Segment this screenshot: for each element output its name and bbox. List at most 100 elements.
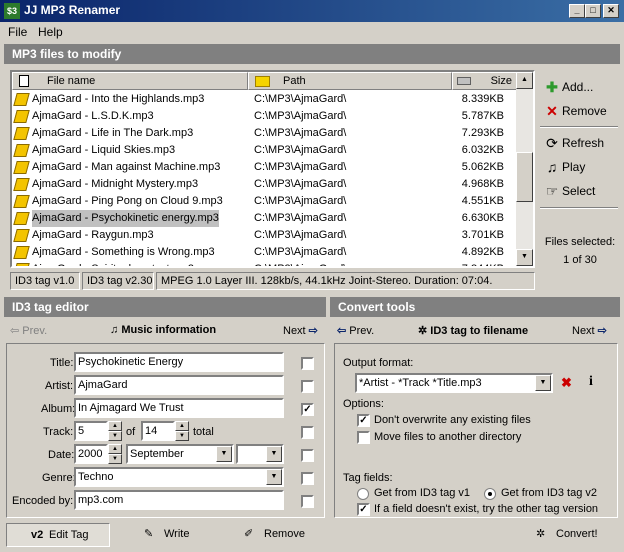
info-icon[interactable]: i <box>589 374 593 390</box>
remove-tag-button[interactable]: ✐ Remove <box>240 523 320 547</box>
tag-v2-label: Get from ID3 tag v2 <box>501 487 597 499</box>
file-row[interactable]: AjmaGard - Ping Pong on Cloud 9.mp3 C:\MP… <box>12 193 517 210</box>
x-icon: ✕ <box>546 103 558 119</box>
chevron-down-icon[interactable]: ▼ <box>266 469 282 485</box>
title-bar[interactable]: $3 JJ MP3 Renamer _ □ ✕ <box>0 0 624 22</box>
chevron-down-icon[interactable]: ▼ <box>216 446 232 462</box>
file-name: AjmaGard - Liquid Skies.mp3 <box>32 144 176 156</box>
select-button-label: Select <box>562 184 596 198</box>
file-row[interactable]: AjmaGard - Midnight Mystery.mp3 C:\MP3\Aj… <box>12 176 517 193</box>
column-header-path[interactable]: Path <box>248 72 452 90</box>
menu-help[interactable]: Help <box>38 25 63 39</box>
file-list-scrollbar[interactable]: ▲ ▼ <box>516 72 533 266</box>
mp3-file-icon <box>13 229 30 242</box>
file-name: AjmaGard - Psychokinetic energy.mp3 <box>32 210 219 227</box>
date-year-field[interactable]: 2000 <box>74 444 108 464</box>
tag-v2-radio[interactable] <box>484 488 496 500</box>
file-row[interactable]: AjmaGard - Spiritual contact.mp3 C:\MP3\A… <box>12 261 517 266</box>
file-size: 3.701KB <box>461 229 504 241</box>
file-name: AjmaGard - L.S.D.K.mp3 <box>32 110 154 122</box>
file-path: C:\MP3\AjmaGard\ <box>254 161 347 173</box>
encoded-by-field[interactable]: mp3.com <box>74 490 284 510</box>
play-button[interactable]: ♫ Play <box>540 156 618 178</box>
add-button[interactable]: ✚ Add... <box>540 76 618 98</box>
file-row[interactable]: AjmaGard - Into the Highlands.mp3 C:\MP3\… <box>12 91 517 108</box>
file-path: C:\MP3\AjmaGard\ <box>254 261 346 266</box>
file-path: C:\MP3\AjmaGard\ <box>254 195 347 207</box>
column-header-filename[interactable]: File name <box>12 72 248 90</box>
move-files-checkbox[interactable] <box>357 431 370 444</box>
file-row[interactable]: AjmaGard - Life in The Dark.mp3 C:\MP3\Aj… <box>12 125 517 142</box>
encoded-write-checkbox[interactable] <box>301 495 314 508</box>
output-format-label: Output format: <box>343 357 414 369</box>
genre-value: Techno <box>78 471 114 483</box>
write-button[interactable]: ✎ Write <box>140 523 210 547</box>
file-path: C:\MP3\AjmaGard\ <box>254 144 347 156</box>
remove-file-button[interactable]: ✕ Remove <box>540 100 618 122</box>
clear-format-icon[interactable]: ✖ <box>561 375 572 391</box>
file-icon <box>19 75 29 87</box>
track-total-spinner[interactable]: ▲ ▼ <box>175 421 189 441</box>
file-name: AjmaGard - Life in The Dark.mp3 <box>32 127 194 139</box>
convert-button[interactable]: ✲ Convert! <box>532 523 618 547</box>
tag-v1-radio[interactable] <box>357 488 369 500</box>
pen-icon: ✎ <box>144 528 154 540</box>
maximize-button[interactable]: □ <box>585 4 601 18</box>
minimize-button[interactable]: _ <box>569 4 585 18</box>
file-row[interactable]: AjmaGard - Raygun.mp3 C:\MP3\AjmaGard\ 3.7… <box>12 227 517 244</box>
file-size: 5.787KB <box>461 110 504 122</box>
output-format-select[interactable]: *Artist - *Track *Title.mp3 ▼ <box>355 373 553 393</box>
editor-next-link[interactable]: Next ⇨ <box>283 324 318 337</box>
select-button[interactable]: ☞ Select <box>540 180 618 202</box>
track-write-checkbox[interactable] <box>301 426 314 439</box>
file-row[interactable]: AjmaGard - Something is Wrong.mp3 C:\MP3\… <box>12 244 517 261</box>
convert-title-label: ID3 tag to filename <box>430 325 529 337</box>
convert-next-link[interactable]: Next ⇨ <box>572 324 607 337</box>
editor-prev-link[interactable]: ⇦ Prev. <box>10 324 47 337</box>
date-year-spinner[interactable]: ▲ ▼ <box>108 444 122 464</box>
scroll-thumb[interactable] <box>516 152 533 202</box>
file-row[interactable]: AjmaGard - L.S.D.K.mp3 C:\MP3\AjmaGard\ 5.… <box>12 108 517 125</box>
scroll-up-button[interactable]: ▲ <box>516 72 533 89</box>
artist-write-checkbox[interactable] <box>301 380 314 393</box>
track-of-label: of <box>126 426 136 438</box>
convert-prev-link[interactable]: ⇦ Prev. <box>337 324 374 337</box>
title-field[interactable]: Psychokinetic Energy <box>74 352 284 372</box>
file-row[interactable]: AjmaGard - Man against Machine.mp3 C:\MP3… <box>12 159 517 176</box>
refresh-button[interactable]: ⟳ Refresh <box>540 132 618 154</box>
column-header-size[interactable]: Size <box>452 72 517 90</box>
files-selected-count: 1 of 30 <box>563 254 597 266</box>
track-field[interactable]: 5 <box>74 421 108 441</box>
menu-file[interactable]: File <box>8 25 27 39</box>
date-write-checkbox[interactable] <box>301 449 314 462</box>
artist-field[interactable]: AjmaGard <box>74 375 284 395</box>
file-path: C:\MP3\AjmaGard\ <box>254 127 347 139</box>
album-write-checkbox[interactable]: ✓ <box>301 403 314 416</box>
album-field[interactable]: In Ajmagard We Trust <box>74 398 284 418</box>
date-month-select[interactable]: September ▼ <box>126 444 234 464</box>
window-title: JJ MP3 Renamer <box>24 3 121 17</box>
chevron-down-icon[interactable]: ▼ <box>535 375 551 391</box>
title-write-checkbox[interactable] <box>301 357 314 370</box>
genre-write-checkbox[interactable] <box>301 472 314 485</box>
music-note-icon: ♫ <box>546 159 558 175</box>
fallback-checkbox[interactable]: ✓ <box>357 503 370 516</box>
date-day-select[interactable]: ▼ <box>236 444 284 464</box>
files-section-header: MP3 files to modify <box>4 44 620 64</box>
file-list[interactable]: File name Path Size AjmaGard - Into the … <box>10 70 535 268</box>
no-overwrite-checkbox[interactable]: ✓ <box>357 414 370 427</box>
file-name: AjmaGard - Midnight Mystery.mp3 <box>32 178 199 190</box>
scroll-down-button[interactable]: ▼ <box>516 249 533 266</box>
edit-tag-button[interactable]: v2 Edit Tag <box>6 523 110 547</box>
tag-fields-label: Tag fields: <box>343 472 393 484</box>
genre-select[interactable]: Techno ▼ <box>74 467 284 487</box>
column-label-path: Path <box>283 75 306 87</box>
chevron-down-icon[interactable]: ▼ <box>266 446 282 462</box>
track-total-field[interactable]: 14 <box>141 421 175 441</box>
close-button[interactable]: ✕ <box>603 4 619 18</box>
file-row[interactable]: AjmaGard - Liquid Skies.mp3 C:\MP3\AjmaGa… <box>12 142 517 159</box>
track-spinner[interactable]: ▲ ▼ <box>108 421 122 441</box>
file-row[interactable]: AjmaGard - Psychokinetic energy.mp3 C:\MP… <box>12 210 517 227</box>
add-button-label: Add... <box>562 80 594 94</box>
app-icon: $3 <box>4 3 20 19</box>
